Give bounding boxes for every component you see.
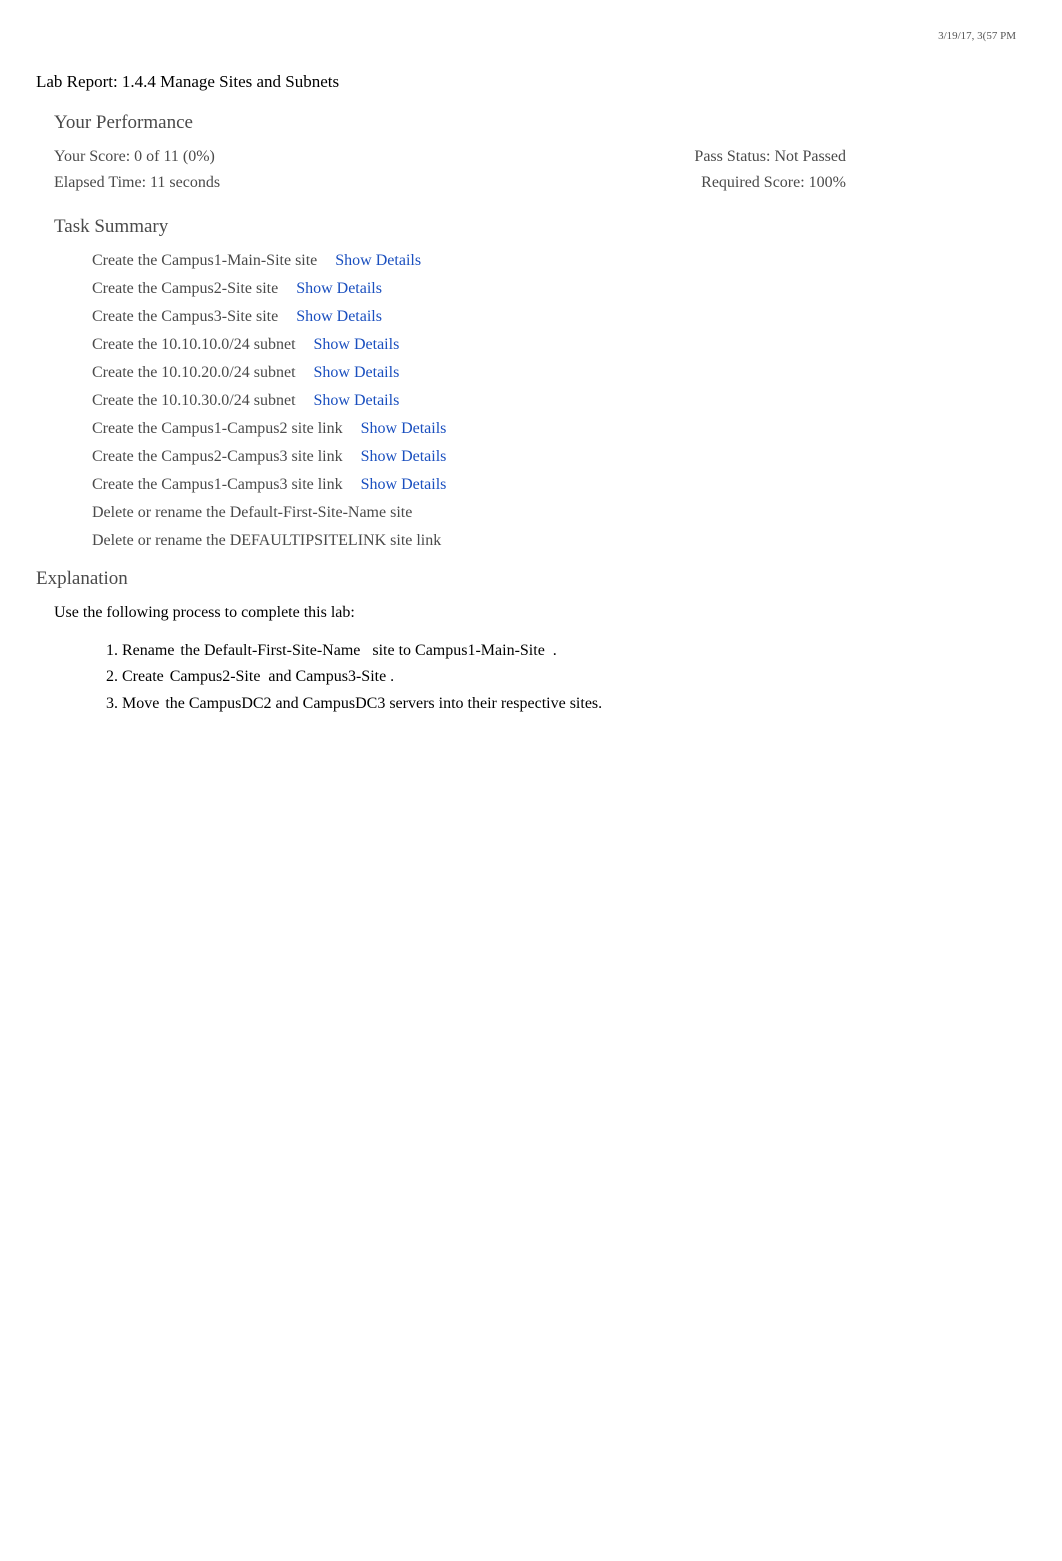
task-text: Create the Campus1-Campus2 site link [92, 420, 343, 438]
explanation-heading: Explanation [36, 568, 1026, 590]
step-action: Move [122, 695, 163, 712]
step-body: the Default-First-Site-Name site to Camp… [180, 642, 556, 659]
task-summary-heading: Task Summary [54, 216, 1026, 238]
show-details-link[interactable]: Show Details [314, 364, 400, 382]
task-item: Create the Campus2-Campus3 site link Sho… [92, 448, 1026, 466]
task-list: Create the Campus1-Main-Site site Show D… [92, 252, 1026, 550]
task-text: Create the Campus2-Campus3 site link [92, 448, 343, 466]
step-body: Campus2-Site and Campus3-Site . [170, 668, 394, 685]
task-text: Create the 10.10.20.0/24 subnet [92, 364, 296, 382]
task-item: Create the Campus3-Site site Show Detail… [92, 308, 1026, 326]
task-item: Create the Campus1-Campus2 site link Sho… [92, 420, 1026, 438]
show-details-link[interactable]: Show Details [361, 420, 447, 438]
required-score: Required Score: 100% [701, 174, 846, 192]
explanation-step: Create Campus2-Site and Campus3-Site . [122, 666, 1026, 688]
explanation-intro: Use the following process to complete th… [54, 604, 1026, 622]
report-title: Lab Report: 1.4.4 Manage Sites and Subne… [36, 72, 1026, 92]
pass-status: Pass Status: Not Passed [694, 148, 846, 166]
score-label: Your Score: 0 of 11 (0%) [54, 148, 215, 166]
elapsed-time: Elapsed Time: 11 seconds [54, 174, 220, 192]
explanation-step: Move the CampusDC2 and CampusDC3 servers… [122, 693, 1026, 715]
step-body: the CampusDC2 and CampusDC3 servers into… [165, 695, 602, 712]
show-details-link[interactable]: Show Details [296, 308, 382, 326]
step-action: Create [122, 668, 168, 685]
task-text: Create the 10.10.30.0/24 subnet [92, 392, 296, 410]
explanation-steps: Rename the Default-First-Site-Name site … [122, 640, 1026, 715]
task-item: Create the 10.10.20.0/24 subnet Show Det… [92, 364, 1026, 382]
show-details-link[interactable]: Show Details [314, 336, 400, 354]
show-details-link[interactable]: Show Details [314, 392, 400, 410]
task-item: Create the Campus1-Campus3 site link Sho… [92, 476, 1026, 494]
task-item: Create the 10.10.30.0/24 subnet Show Det… [92, 392, 1026, 410]
task-text: Create the Campus2-Site site [92, 280, 278, 298]
task-item: Delete or rename the Default-First-Site-… [92, 504, 1026, 522]
task-text: Delete or rename the Default-First-Site-… [92, 504, 412, 522]
show-details-link[interactable]: Show Details [335, 252, 421, 270]
task-item: Create the Campus2-Site site Show Detail… [92, 280, 1026, 298]
task-text: Create the Campus3-Site site [92, 308, 278, 326]
performance-block: Your Score: 0 of 11 (0%) Pass Status: No… [54, 148, 1026, 192]
show-details-link[interactable]: Show Details [296, 280, 382, 298]
task-item: Create the 10.10.10.0/24 subnet Show Det… [92, 336, 1026, 354]
task-text: Create the Campus1-Campus3 site link [92, 476, 343, 494]
task-text: Create the 10.10.10.0/24 subnet [92, 336, 296, 354]
step-action: Rename [122, 642, 178, 659]
explanation-step: Rename the Default-First-Site-Name site … [122, 640, 1026, 662]
task-item: Create the Campus1-Main-Site site Show D… [92, 252, 1026, 270]
task-item: Delete or rename the DEFAULTIPSITELINK s… [92, 532, 1026, 550]
task-text: Create the Campus1-Main-Site site [92, 252, 317, 270]
show-details-link[interactable]: Show Details [361, 476, 447, 494]
task-text: Delete or rename the DEFAULTIPSITELINK s… [92, 532, 441, 550]
performance-heading: Your Performance [54, 112, 1026, 134]
page-timestamp: 3/19/17, 3(57 PM [36, 30, 1026, 42]
show-details-link[interactable]: Show Details [361, 448, 447, 466]
